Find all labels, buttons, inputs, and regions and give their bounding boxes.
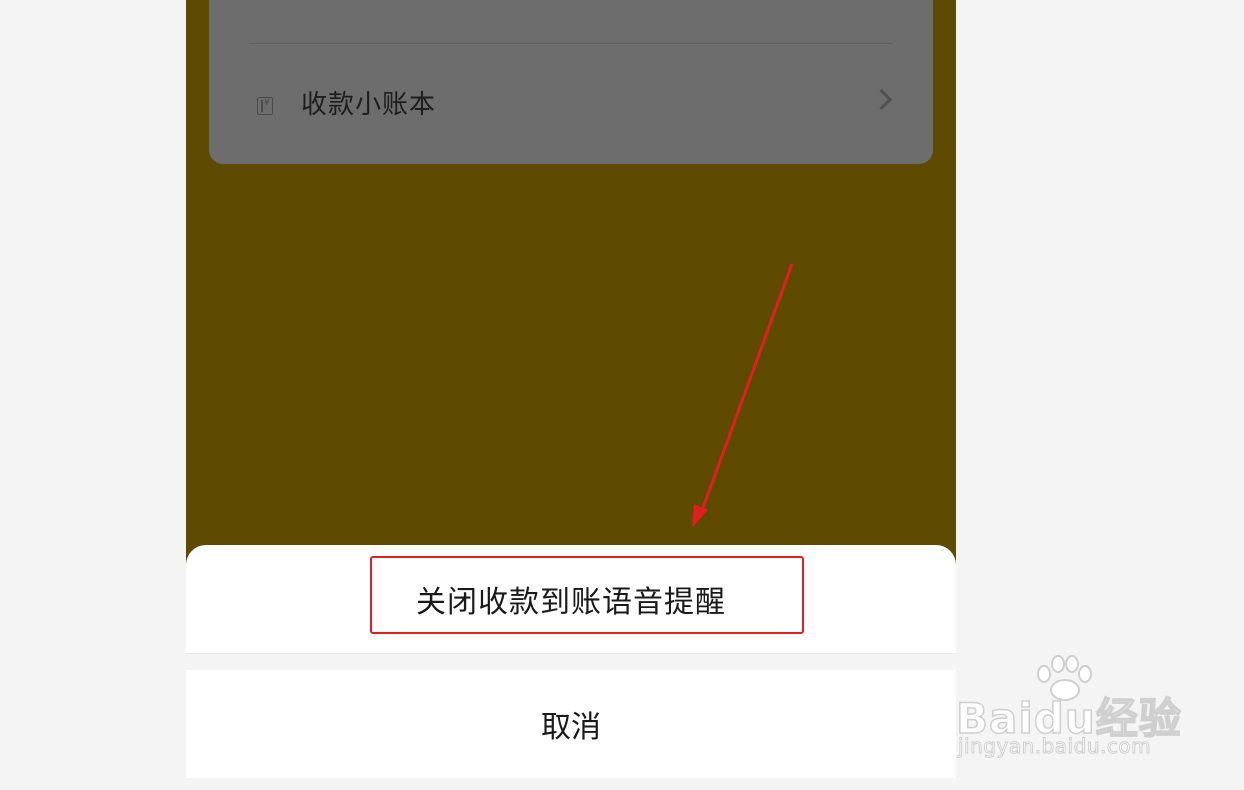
annotation-arrow [692, 263, 794, 528]
